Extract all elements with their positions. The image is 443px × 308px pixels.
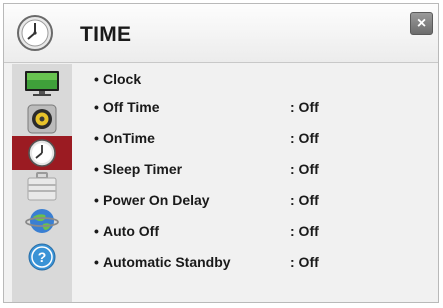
clock-icon	[17, 15, 53, 51]
globe-icon	[25, 209, 59, 233]
help-icon: ?	[28, 243, 56, 271]
sidebar-item-audio[interactable]	[12, 102, 72, 136]
briefcase-icon	[27, 172, 57, 201]
bullet-icon: •	[94, 192, 99, 208]
page-title: TIME	[80, 23, 132, 46]
time-settings-window: TIME × ? • Clock • Off Time: Off • OnTi…	[3, 3, 439, 303]
menu-item-value: : Off	[290, 130, 319, 146]
speaker-icon	[27, 104, 57, 134]
sidebar: ?	[12, 64, 72, 302]
menu-item-off-time[interactable]: • Off Time : Off	[82, 94, 432, 120]
menu-item-value: : Off	[290, 254, 319, 270]
sidebar-item-time[interactable]	[12, 136, 72, 170]
menu-item-auto-off[interactable]: • Auto Off : Off	[82, 218, 432, 244]
sidebar-item-support[interactable]: ?	[12, 240, 72, 274]
bullet-icon: •	[94, 223, 99, 239]
bullet-icon: •	[94, 99, 99, 115]
menu-item-power-on-delay[interactable]: • Power On Delay : Off	[82, 187, 432, 213]
sidebar-item-picture[interactable]	[12, 66, 72, 100]
bullet-icon: •	[94, 161, 99, 177]
menu-item-label: Sleep Timer	[103, 161, 183, 177]
bullet-icon: •	[94, 254, 99, 270]
menu-item-label: Clock	[103, 71, 142, 87]
menu-item-label: Auto Off	[103, 223, 159, 239]
close-button[interactable]: ×	[410, 12, 433, 35]
menu-item-sleep-timer[interactable]: • Sleep Timer : Off	[82, 156, 432, 182]
clock-icon	[28, 139, 56, 167]
menu-item-label: OnTime	[103, 130, 155, 146]
bullet-icon: •	[94, 71, 99, 87]
menu-item-value: : Off	[290, 161, 319, 177]
svg-text:?: ?	[38, 249, 47, 265]
menu-item-value: : Off	[290, 99, 319, 115]
sidebar-item-lock[interactable]	[12, 170, 72, 204]
bullet-icon: •	[94, 130, 99, 146]
menu-item-value: : Off	[290, 223, 319, 239]
menu-item-value: : Off	[290, 192, 319, 208]
menu-item-label: Off Time	[103, 99, 160, 115]
menu-item-label: Power On Delay	[103, 192, 210, 208]
sidebar-item-network[interactable]	[12, 204, 72, 238]
menu-item-on-time[interactable]: • OnTime : Off	[82, 125, 432, 151]
title-bar: TIME ×	[4, 4, 438, 63]
tv-icon	[25, 71, 59, 96]
menu-item-clock[interactable]: • Clock	[82, 66, 432, 92]
menu-item-label: Automatic Standby	[103, 254, 231, 270]
menu-item-automatic-standby[interactable]: • Automatic Standby : Off	[82, 249, 432, 275]
